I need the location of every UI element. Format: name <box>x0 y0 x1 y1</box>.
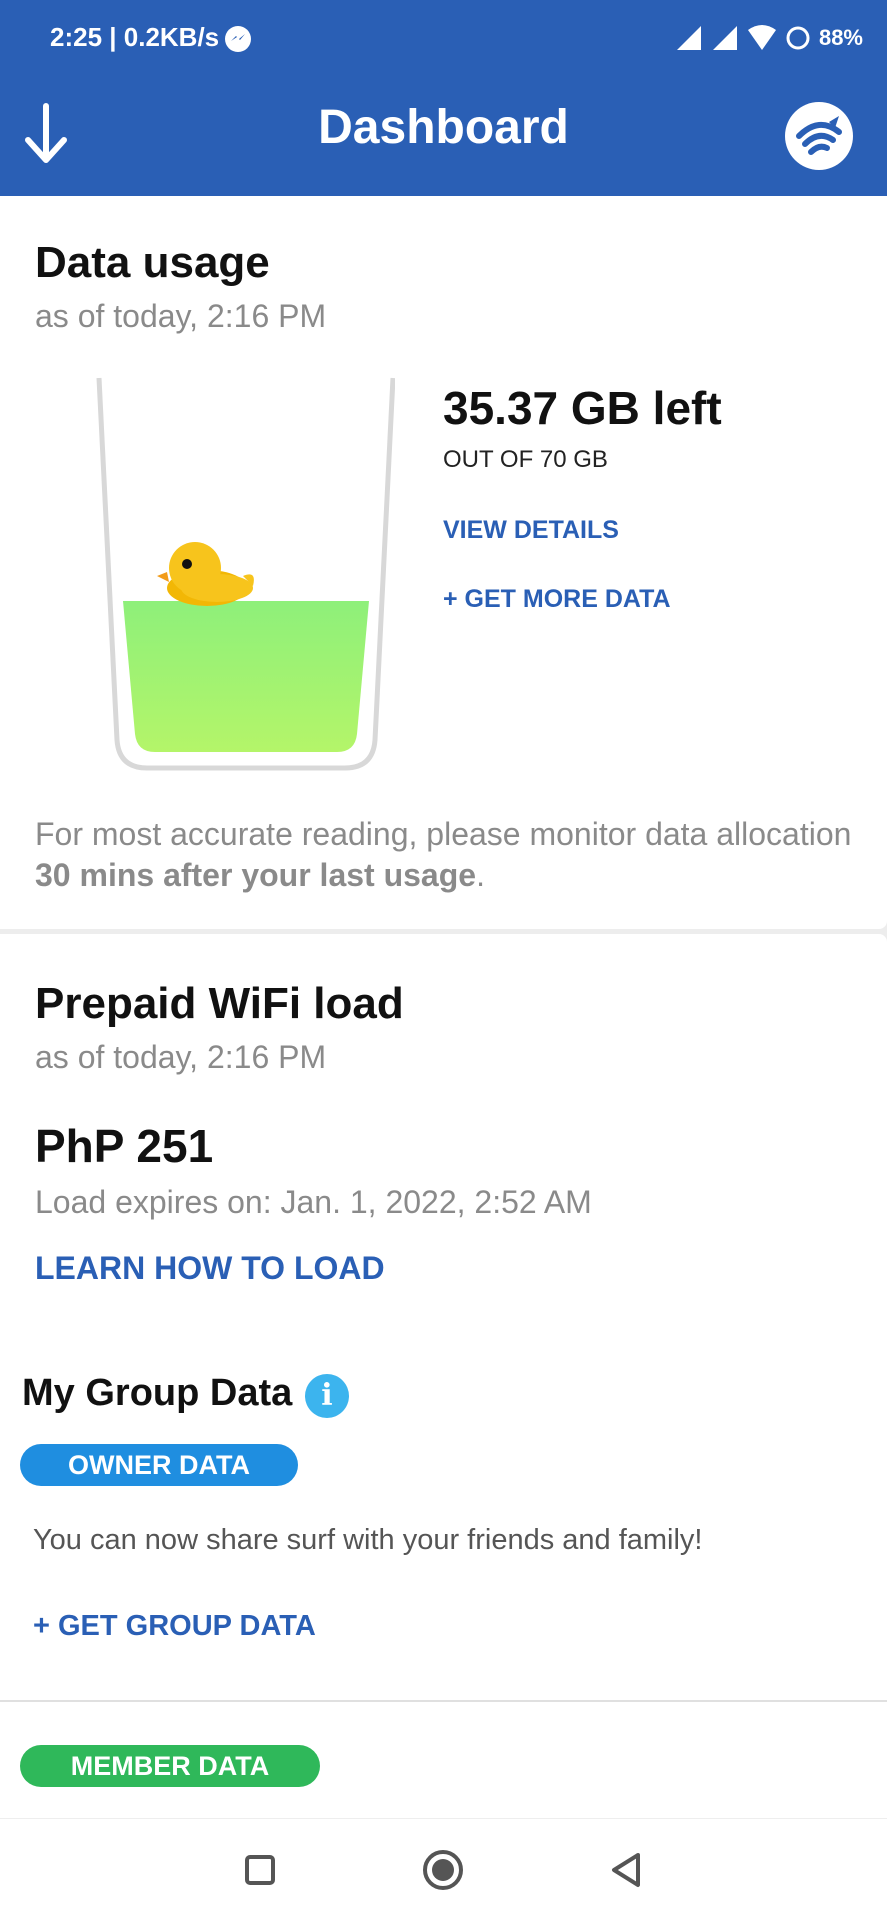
info-icon[interactable]: i <box>305 1374 349 1418</box>
usage-note: For most accurate reading, please monito… <box>35 814 855 896</box>
data-usage-card: Data usage as of today, 2:16 PM 35.37 GB… <box>0 196 887 929</box>
system-nav-bar <box>0 1818 887 1920</box>
prepaid-amount: PhP 251 <box>35 1120 214 1172</box>
page-title: Dashboard <box>318 101 569 154</box>
wifi-status-icon <box>747 25 776 50</box>
owner-data-pill[interactable]: OWNER DATA <box>20 1444 298 1486</box>
app-bar: Dashboard <box>0 78 887 196</box>
wifi-logo-icon[interactable] <box>785 102 853 170</box>
member-data-pill[interactable]: MEMBER DATA <box>20 1745 320 1787</box>
battery-icon <box>786 26 810 50</box>
share-text: You can now share surf with your friends… <box>33 1524 703 1556</box>
prepaid-timestamp: as of today, 2:16 PM <box>35 1039 327 1075</box>
data-left-amount: 35.37 GB left <box>443 382 722 434</box>
signal-icon <box>676 26 701 50</box>
usage-note-bold: 30 mins after your last usage <box>35 857 477 893</box>
usage-note-text: For most accurate reading, please monito… <box>35 816 852 852</box>
data-total-allocation: OUT OF 70 GB <box>443 446 608 473</box>
recents-square-icon[interactable] <box>237 1847 283 1893</box>
battery-percent: 88% <box>818 25 863 50</box>
data-glass-graphic <box>96 377 395 771</box>
status-time-speed: 2:25 | 0.2KB/s <box>50 22 220 52</box>
prepaid-title: Prepaid WiFi load <box>35 979 404 1028</box>
data-usage-title: Data usage <box>35 238 270 287</box>
back-triangle-icon[interactable] <box>604 1847 650 1893</box>
status-bar: 2:25 | 0.2KB/s 88% <box>0 0 887 78</box>
section-divider <box>0 1700 887 1702</box>
home-circle-icon[interactable] <box>420 1847 466 1893</box>
data-usage-timestamp: as of today, 2:16 PM <box>35 298 327 334</box>
view-details-link[interactable]: VIEW DETAILS <box>443 516 619 545</box>
learn-how-to-load-link[interactable]: LEARN HOW TO LOAD <box>35 1250 385 1287</box>
water-level-fill <box>123 601 369 752</box>
prepaid-expiry: Load expires on: Jan. 1, 2022, 2:52 AM <box>35 1184 592 1220</box>
status-icons: 88% <box>675 20 863 56</box>
messenger-icon <box>225 26 251 52</box>
get-more-data-link[interactable]: + GET MORE DATA <box>443 585 671 614</box>
group-data-title: My Group Data <box>22 1372 293 1414</box>
get-group-data-link[interactable]: + GET GROUP DATA <box>33 1610 316 1643</box>
duck-icon <box>157 542 254 606</box>
signal-icon <box>712 26 737 50</box>
usage-note-suffix: . <box>476 857 485 893</box>
